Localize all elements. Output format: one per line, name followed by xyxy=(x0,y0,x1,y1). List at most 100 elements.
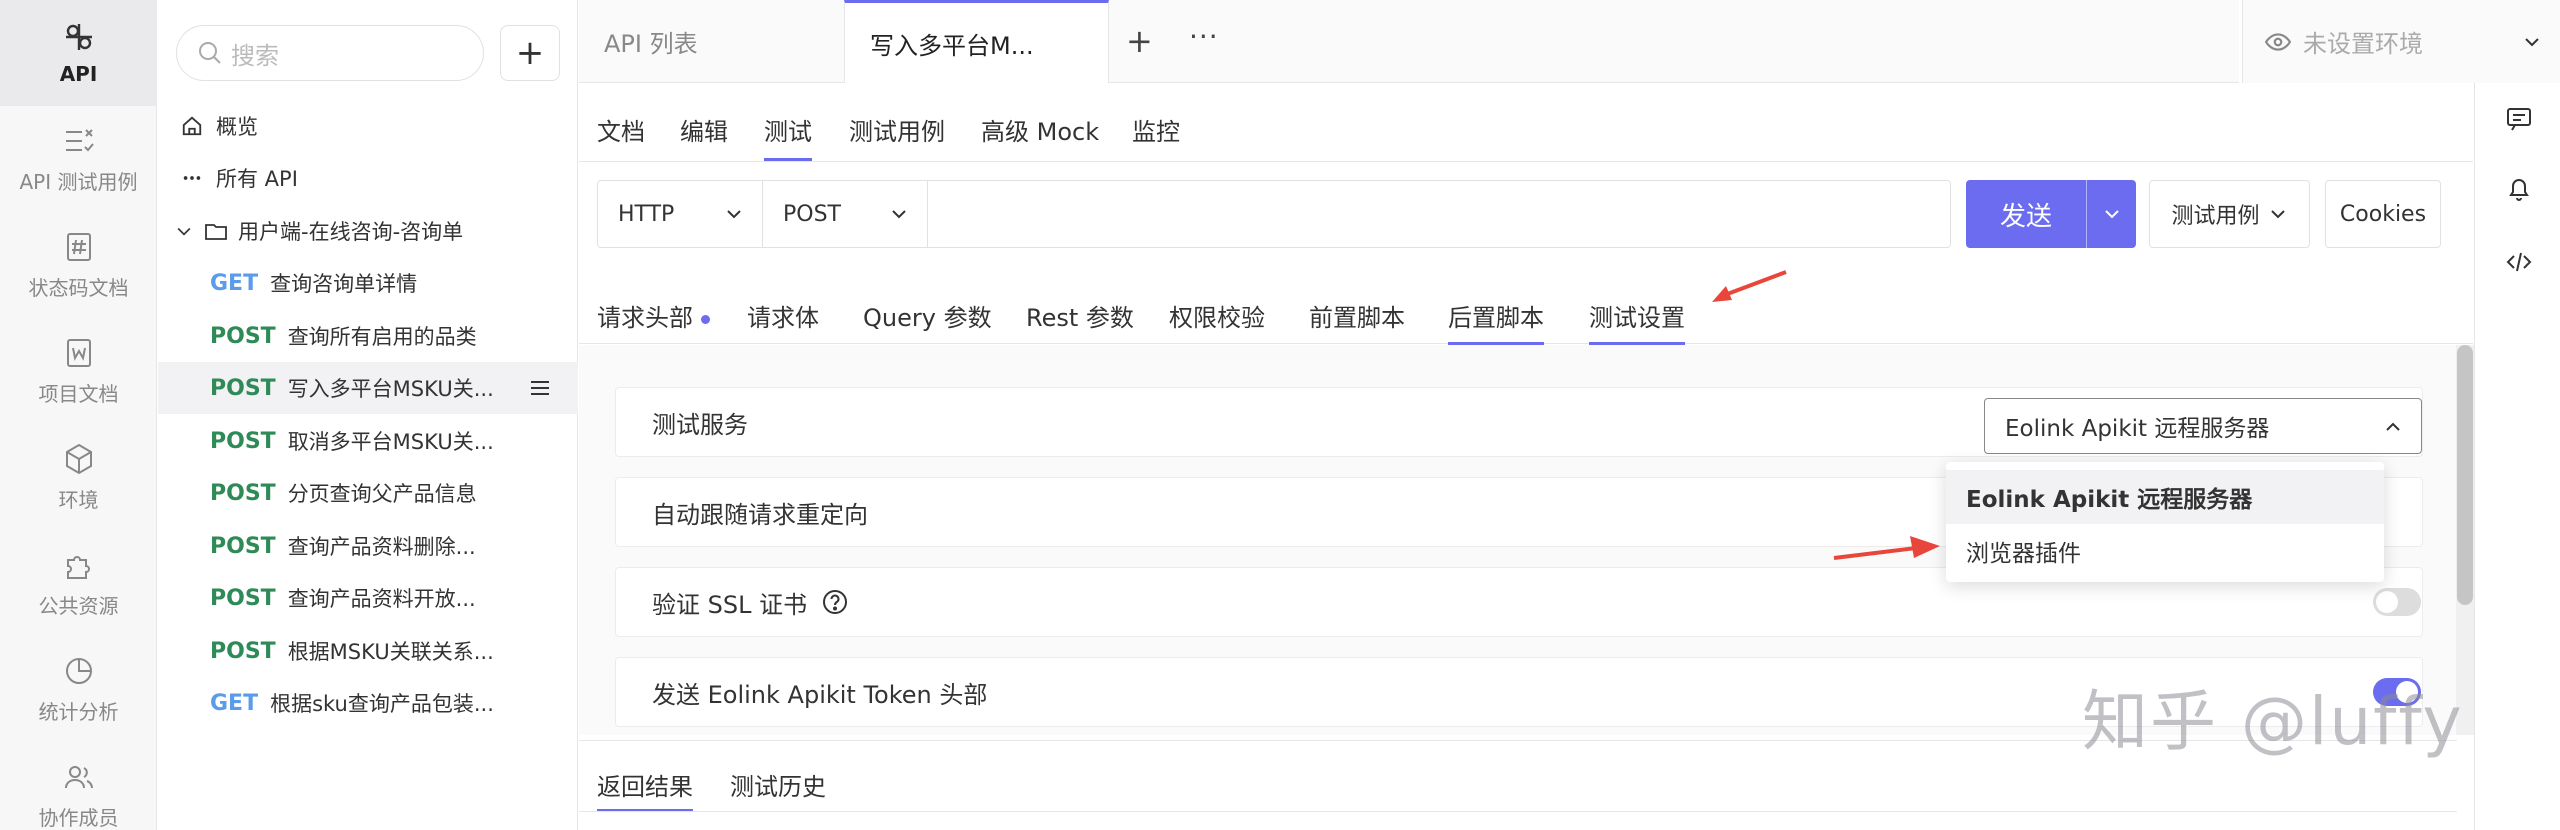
service-select[interactable]: Eolink Apikit 远程服务器 xyxy=(1984,398,2422,454)
method-badge: POST xyxy=(210,638,276,664)
tree-item-all-api[interactable]: 所有 API xyxy=(158,152,578,204)
method-badge: POST xyxy=(210,428,276,454)
service-label: 测试服务 xyxy=(652,410,748,439)
method-badge: POST xyxy=(210,533,276,559)
nav-label-api: API xyxy=(59,62,98,86)
method-badge: POST xyxy=(210,480,276,506)
request-tab-bar: 请求头部 请求体 Query 参数 Rest 参数 权限校验 前置脚本 后置脚本… xyxy=(579,262,2473,345)
nav-item-api[interactable]: API xyxy=(0,0,157,106)
tree-item-overview[interactable]: 概览 xyxy=(158,100,578,152)
status-code-icon xyxy=(66,232,91,261)
bell-icon[interactable] xyxy=(2505,175,2533,203)
chevron-down-icon xyxy=(172,219,196,243)
method-badge: POST xyxy=(210,323,276,349)
method-select[interactable]: POST xyxy=(763,181,928,247)
tree-api-item-selected[interactable]: POST 写入多平台MSKU关... xyxy=(158,362,578,414)
add-api-button[interactable]: + xyxy=(500,25,560,81)
nav-item-status-code[interactable]: 状态码文档 xyxy=(0,212,157,318)
members-icon xyxy=(64,765,93,788)
tab-query-params[interactable]: Query 参数 xyxy=(863,298,992,333)
redirect-label: 自动跟随请求重定向 xyxy=(652,500,868,529)
ssl-toggle[interactable] xyxy=(2373,588,2421,616)
watermark-text: 知乎 @luffy xyxy=(2082,683,2464,760)
home-icon xyxy=(180,114,204,138)
eye-icon xyxy=(2265,32,2291,51)
tab-advanced-mock[interactable]: 高级 Mock xyxy=(981,112,1099,147)
tree-api-item[interactable]: POST 分页查询父产品信息 xyxy=(158,467,578,519)
tab-request-body[interactable]: 请求体 xyxy=(747,298,819,333)
help-icon[interactable] xyxy=(821,588,849,616)
ssl-label: 验证 SSL 证书 xyxy=(652,590,808,619)
top-tab-bar: API 列表 写入多平台M... + ··· xyxy=(579,0,2239,83)
tree-label-all-api: 所有 API xyxy=(216,167,298,191)
tab-pre-script[interactable]: 前置脚本 xyxy=(1309,298,1405,333)
project-doc-icon xyxy=(66,338,91,367)
tree-api-item[interactable]: POST 查询产品资料删除... xyxy=(158,520,578,572)
tab-post-script[interactable]: 后置脚本 xyxy=(1448,298,1544,345)
tab-auth[interactable]: 权限校验 xyxy=(1169,298,1265,333)
tab-rest-params[interactable]: Rest 参数 xyxy=(1026,298,1134,333)
nav-item-environment[interactable]: 环境 xyxy=(0,424,157,530)
token-label: 发送 Eolink Apikit Token 头部 xyxy=(652,680,988,709)
nav-item-statistics[interactable]: 统计分析 xyxy=(0,636,157,742)
chevron-down-icon xyxy=(2104,210,2119,219)
nav-item-public-resources[interactable]: 公共资源 xyxy=(0,530,157,636)
tab-response-result[interactable]: 返回结果 xyxy=(597,767,693,812)
tree-group-consult[interactable]: 用户端-在线咨询-咨询单 xyxy=(158,205,578,257)
tree-group-label: 用户端-在线咨询-咨询单 xyxy=(238,220,464,244)
code-icon[interactable] xyxy=(2505,248,2533,276)
tab-current-api[interactable]: 写入多平台M... xyxy=(844,0,1109,83)
more-tabs-button[interactable]: ··· xyxy=(1189,20,1219,53)
api-name: 查询产品资料删除... xyxy=(287,535,476,559)
tree-api-item[interactable]: GET 根据sku查询产品包装... xyxy=(158,677,578,729)
more-dots-icon xyxy=(180,166,204,190)
protocol-value: HTTP xyxy=(618,201,675,227)
api-icon xyxy=(65,24,92,50)
nav-label-api-test-case: API 测试用例 xyxy=(19,169,138,194)
tree-api-item[interactable]: POST 查询所有启用的品类 xyxy=(158,310,578,362)
test-case-icon xyxy=(65,128,94,151)
option-remote-server[interactable]: Eolink Apikit 远程服务器 xyxy=(1946,470,2384,524)
tab-test-case[interactable]: 测试用例 xyxy=(849,112,945,147)
send-button[interactable]: 发送 xyxy=(1966,180,2136,248)
cookies-button[interactable]: Cookies xyxy=(2325,180,2441,248)
nav-item-project-doc[interactable]: 项目文档 xyxy=(0,318,157,424)
search-placeholder: 搜索 xyxy=(231,41,279,70)
tree-api-item[interactable]: POST 查询产品资料开放... xyxy=(158,572,578,624)
tab-monitor[interactable]: 监控 xyxy=(1132,112,1180,147)
nav-label-environment: 环境 xyxy=(58,487,99,512)
tree-api-item[interactable]: POST 根据MSKU关联关系... xyxy=(158,625,578,677)
tab-test[interactable]: 测试 xyxy=(764,112,812,161)
send-dropdown[interactable] xyxy=(2087,204,2136,224)
tab-test-settings[interactable]: 测试设置 xyxy=(1589,298,1685,345)
pie-chart-icon xyxy=(65,657,92,684)
chevron-down-icon xyxy=(892,210,906,219)
tab-test-history[interactable]: 测试历史 xyxy=(730,767,826,802)
nav-item-members[interactable]: 协作成员 xyxy=(0,742,157,830)
method-badge: GET xyxy=(210,690,259,716)
nav-label-statistics: 统计分析 xyxy=(38,699,119,724)
tab-api-list[interactable]: API 列表 xyxy=(579,0,844,83)
environment-icon xyxy=(65,443,92,474)
protocol-select[interactable]: HTTP xyxy=(598,181,763,247)
tab-doc[interactable]: 文档 xyxy=(597,112,645,147)
tab-request-headers[interactable]: 请求头部 xyxy=(597,298,710,333)
menu-icon[interactable] xyxy=(528,376,552,400)
tree-api-item[interactable]: POST 取消多平台MSKU关... xyxy=(158,415,578,467)
nav-item-api-test-case[interactable]: API 测试用例 xyxy=(0,106,157,212)
option-browser-plugin[interactable]: 浏览器插件 xyxy=(1946,524,2384,578)
new-tab-button[interactable]: + xyxy=(1126,22,1153,60)
tab-edit[interactable]: 编辑 xyxy=(680,112,728,147)
api-name: 查询所有启用的品类 xyxy=(287,325,477,349)
send-label: 发送 xyxy=(1999,201,2052,232)
tree-api-item[interactable]: GET 查询咨询单详情 xyxy=(158,257,578,309)
search-input[interactable]: 搜索 xyxy=(176,25,484,81)
environment-select[interactable]: 未设置环境 xyxy=(2242,0,2560,83)
comment-icon[interactable] xyxy=(2505,105,2533,133)
api-name: 取消多平台MSKU关... xyxy=(287,430,494,454)
annotation-arrow-icon xyxy=(1712,270,1787,302)
method-badge: POST xyxy=(210,585,276,611)
url-input[interactable] xyxy=(929,181,1949,247)
test-case-button[interactable]: 测试用例 xyxy=(2149,180,2310,248)
panel-scrollbar-thumb[interactable] xyxy=(2457,345,2473,605)
